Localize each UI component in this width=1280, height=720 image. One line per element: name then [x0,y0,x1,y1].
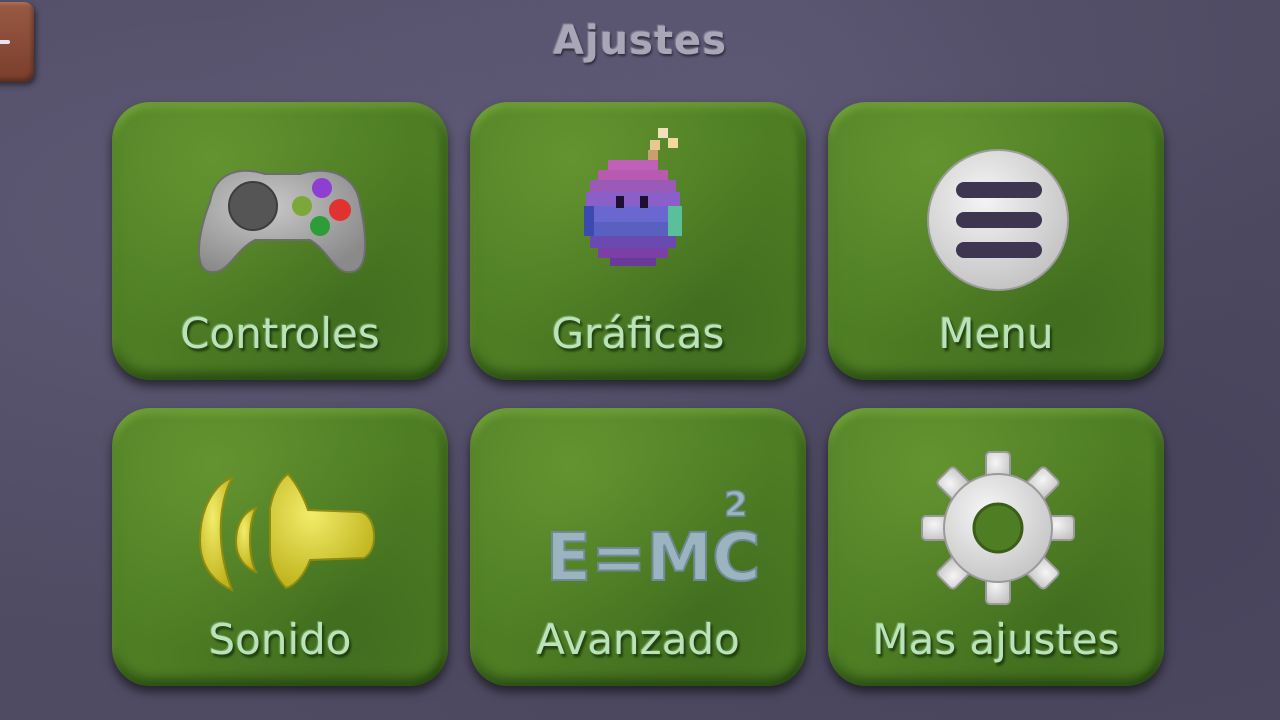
menu-icon [886,132,1106,292]
formula-superscript: 2 [724,485,748,525]
avanzado-button[interactable]: E=MC 2 Avanzado [470,408,806,686]
pixel-bomb-icon [528,128,748,292]
tile-label: Menu [938,309,1054,358]
menu-button[interactable]: Menu [828,102,1164,380]
tile-label: Mas ajustes [872,615,1120,664]
graficas-button[interactable]: Gráficas [470,102,806,380]
mas-ajustes-button[interactable]: Mas ajustes [828,408,1164,686]
gear-icon [886,438,1106,605]
formula-text: E=MC [546,519,761,596]
tile-label: Controles [180,309,380,358]
formula-icon: E=MC 2 [528,438,762,598]
sonido-button[interactable]: Sonido [112,408,448,686]
tile-label: Avanzado [536,615,740,664]
speaker-icon [170,438,390,598]
page-title: Ajustes [552,18,727,64]
tile-label: Gráficas [551,309,725,358]
gamepad-icon [170,132,390,292]
controles-button[interactable]: Controles [112,102,448,380]
tile-label: Sonido [208,615,352,664]
